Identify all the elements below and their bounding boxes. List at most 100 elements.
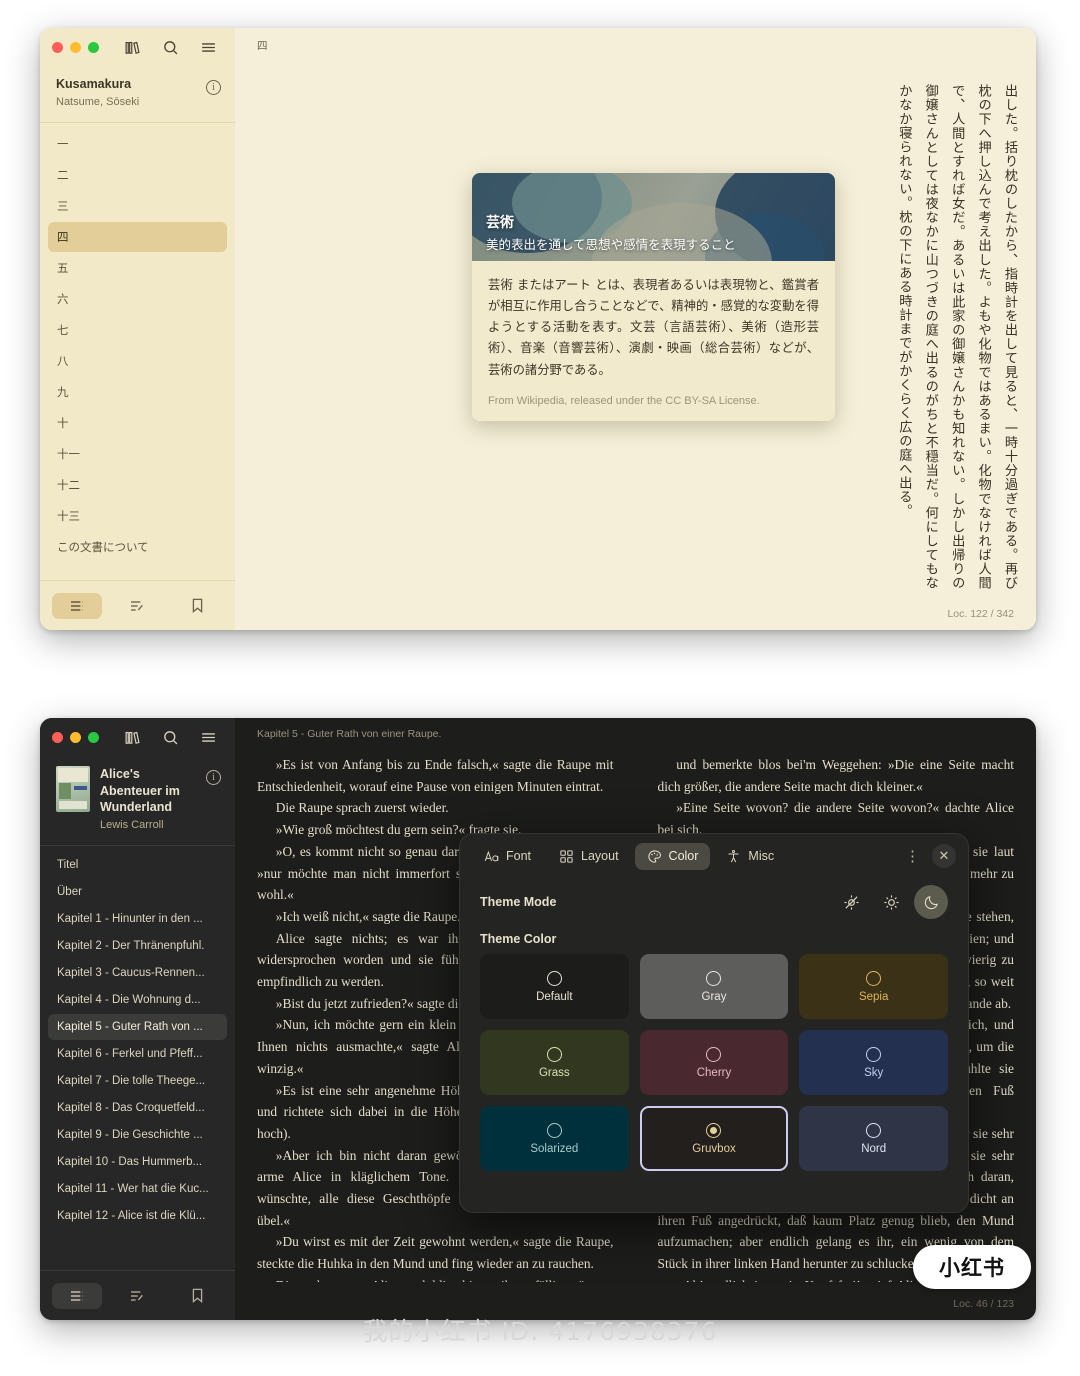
- theme-swatch-gruvbox[interactable]: Gruvbox: [639, 1106, 789, 1171]
- theme-swatch-solarized[interactable]: Solarized: [480, 1106, 629, 1171]
- theme-swatch-grass[interactable]: Grass: [480, 1030, 629, 1095]
- reader-pane-dark[interactable]: Kapitel 5 - Guter Rath von einer Raupe. …: [235, 718, 1036, 1320]
- toc-dark-item[interactable]: Kapitel 12 - Alice ist die Klü...: [48, 1203, 227, 1229]
- tab-bookmarks[interactable]: [172, 1283, 222, 1309]
- theme-swatch-cherry[interactable]: Cherry: [639, 1030, 789, 1095]
- toc-light-item[interactable]: 四: [48, 221, 227, 252]
- toc-light-item[interactable]: 十二: [48, 470, 227, 500]
- toc-light-item[interactable]: 七: [48, 315, 227, 345]
- wikipedia-hero-text: 芸術 美的表出を通して思想や感情を表現すること: [486, 212, 736, 253]
- toc-light-item[interactable]: 三: [48, 191, 227, 221]
- theme-swatch-sepia[interactable]: Sepia: [799, 954, 948, 1019]
- book-meta-dark: Alice's Abenteuer im Wunderland Lewis Ca…: [100, 766, 196, 831]
- kebab-menu-icon[interactable]: ⋮: [897, 845, 928, 868]
- toc-list-light: 一二三四五六七八九十十一 十二 十三 この文書について: [40, 123, 235, 581]
- close-window-button[interactable]: [52, 41, 63, 53]
- tab-annotations[interactable]: [112, 1283, 162, 1309]
- theme-swatch-sky[interactable]: Sky: [799, 1030, 948, 1095]
- radio-icon: [706, 970, 722, 986]
- maximize-window-button[interactable]: [88, 41, 99, 53]
- reader-window-light: Kusamakura Natsume, Sōseki i 一二三四五六七八九十十…: [40, 28, 1036, 630]
- settings-tab-layout[interactable]: Layout: [547, 843, 631, 870]
- tab-contents[interactable]: [52, 592, 102, 619]
- toc-dark-item[interactable]: Kapitel 1 - Hinunter in den ...: [48, 906, 227, 932]
- theme-color-grid: Default Gray Sepia Grass Cherry Sky Solarized G…: [460, 954, 968, 1189]
- theme-mode-options: [834, 885, 948, 919]
- settings-tab-color[interactable]: Color: [634, 842, 711, 870]
- book-info-icon[interactable]: i: [206, 770, 221, 785]
- menu-icon[interactable]: [197, 726, 219, 748]
- settings-popover[interactable]: Font Layout Color Misc ⋮ ✕ Theme Mode Th…: [459, 833, 969, 1213]
- tab-annotations[interactable]: [112, 593, 162, 619]
- book-header-light: Kusamakura Natsume, Sōseki i: [40, 66, 235, 123]
- traffic-lights: [52, 41, 99, 53]
- toc-dark-item[interactable]: Kapitel 10 - Das Hummerb...: [48, 1149, 227, 1175]
- search-icon[interactable]: [159, 36, 181, 58]
- toc-dark-item[interactable]: Kapitel 3 - Caucus-Rennen...: [48, 960, 227, 986]
- toc-light-item[interactable]: この文書について: [48, 532, 227, 562]
- toc-dark-item[interactable]: Kapitel 9 - Die Geschichte ...: [48, 1122, 227, 1148]
- toc-light-item[interactable]: 九: [48, 377, 227, 407]
- toc-light-item[interactable]: 八: [48, 346, 227, 376]
- toc-light-item[interactable]: 十: [48, 408, 227, 438]
- radio-icon: [866, 1122, 882, 1138]
- search-icon[interactable]: [159, 726, 181, 748]
- toc-light-item[interactable]: 二: [48, 160, 227, 190]
- toc-light-item[interactable]: 六: [48, 284, 227, 314]
- theme-swatch-label: Sepia: [858, 990, 889, 1003]
- toc-dark-item[interactable]: Kapitel 6 - Ferkel und Pfeff...: [48, 1041, 227, 1067]
- settings-tab-misc[interactable]: Misc: [714, 843, 786, 870]
- moon-icon[interactable]: [914, 885, 948, 919]
- book-title: Alice's Abenteuer im Wunderland: [100, 767, 180, 814]
- minimize-window-button[interactable]: [70, 41, 81, 53]
- wikipedia-subtitle: 美的表出を通して思想や感情を表現すること: [486, 237, 736, 252]
- toc-light-item[interactable]: 十一: [48, 439, 227, 469]
- theme-swatch-gray[interactable]: Gray: [639, 954, 789, 1019]
- radio-icon: [546, 970, 562, 986]
- menu-icon[interactable]: [197, 36, 219, 58]
- toc-dark-item[interactable]: Kapitel 11 - Wer hat die Kuc...: [48, 1176, 227, 1202]
- reader-paragraph: »Du wirst es mit der Zeit gewohnt werden…: [257, 1234, 614, 1272]
- toc-dark-item[interactable]: Über: [48, 879, 227, 905]
- toc-dark-item[interactable]: Kapitel 7 - Die tolle Theege...: [48, 1068, 227, 1094]
- theme-mode-label: Theme Mode: [480, 895, 557, 909]
- tab-bookmarks[interactable]: [172, 593, 222, 619]
- toc-light-item[interactable]: 十三: [48, 501, 227, 531]
- close-window-button[interactable]: [52, 731, 63, 743]
- settings-tab-font[interactable]: Font: [472, 843, 543, 870]
- chapter-mark: 四: [257, 40, 268, 52]
- traffic-lights: [52, 731, 99, 743]
- minimize-window-button[interactable]: [70, 731, 81, 743]
- book-header-dark: Alice's Abenteuer im Wunderland Lewis Ca…: [40, 756, 235, 846]
- close-icon[interactable]: ✕: [932, 844, 956, 868]
- library-icon[interactable]: [121, 36, 143, 58]
- wikipedia-body: 芸術 またはアート とは、表現者あるいは表現物と、鑑賞者が相互に作用し合うことな…: [488, 278, 819, 377]
- toc-dark-item[interactable]: Kapitel 5 - Guter Rath von ...: [48, 1013, 227, 1040]
- toc-dark-item[interactable]: Kapitel 2 - Der Thränenpfuhl.: [48, 933, 227, 959]
- reader-pane-light[interactable]: 四 出した。括り枕のしたから、指時計を出して見ると、一時十分過ぎである。再び枕の…: [235, 28, 1036, 630]
- toc-dark-item[interactable]: Titel: [48, 852, 227, 878]
- toc-dark-item[interactable]: Kapitel 4 - Die Wohnung d...: [48, 987, 227, 1013]
- toc-light-item[interactable]: 五: [48, 253, 227, 283]
- wikipedia-popup-card[interactable]: 芸術 美的表出を通して思想や感情を表現すること 芸術 またはアート とは、表現者…: [472, 173, 835, 421]
- theme-swatch-default[interactable]: Default: [480, 954, 629, 1019]
- theme-color-label: Theme Color: [480, 932, 557, 946]
- palette-icon: [647, 849, 662, 864]
- tab-contents[interactable]: [52, 1282, 102, 1309]
- reader-window-dark: Alice's Abenteuer im Wunderland Lewis Ca…: [40, 718, 1036, 1320]
- theme-swatch-label: Gruvbox: [692, 1142, 736, 1155]
- toc-dark-item[interactable]: Kapitel 8 - Das Croquetfeld...: [48, 1095, 227, 1121]
- reader-paragraph: »Es ist von Anfang bis zu Ende falsch,« …: [257, 757, 614, 794]
- titlebar-dark: [40, 718, 257, 756]
- maximize-window-button[interactable]: [88, 731, 99, 743]
- xiaohongshu-badge: 小红书: [913, 1245, 1031, 1289]
- book-info-icon[interactable]: i: [206, 80, 221, 95]
- theme-swatch-nord[interactable]: Nord: [799, 1106, 948, 1171]
- reader-paragraph: Die Raupe sprach zuerst wieder.: [275, 800, 449, 816]
- sun-icon[interactable]: [874, 885, 908, 919]
- library-icon[interactable]: [121, 726, 143, 748]
- auto-theme-icon[interactable]: [834, 885, 868, 919]
- toc-light-item[interactable]: 一: [48, 129, 227, 159]
- reader-paragraph: Diesmal wartete Alice geduldig, bis es i…: [257, 1275, 614, 1282]
- radio-icon: [866, 1046, 882, 1062]
